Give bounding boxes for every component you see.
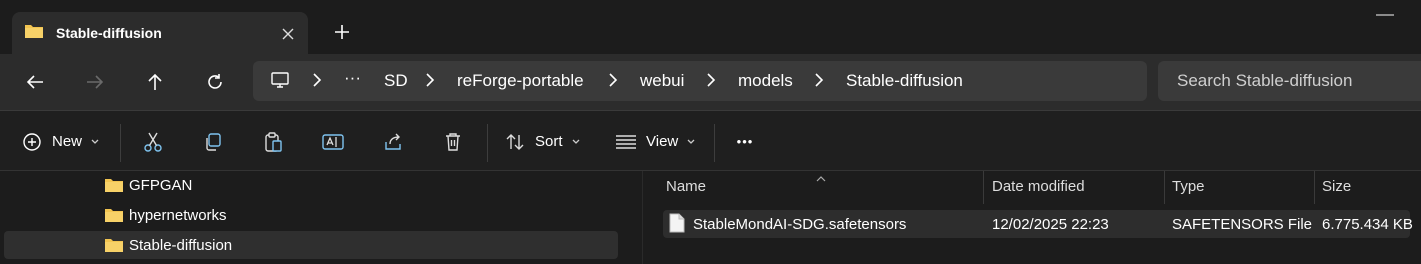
tree-item-label: GFPGAN — [129, 177, 193, 194]
forward-arrow-icon — [87, 75, 104, 89]
toolbar-separator — [487, 124, 488, 162]
address-segment-models[interactable]: models — [738, 71, 793, 91]
toolbar-separator — [714, 124, 715, 162]
chevron-right-icon[interactable] — [706, 73, 716, 91]
chevron-down-icon — [572, 139, 579, 144]
sort-ascending-icon — [815, 170, 827, 187]
file-type: SAFETENSORS File — [1172, 216, 1313, 233]
rename-icon — [322, 134, 344, 150]
chevron-right-icon[interactable] — [425, 73, 435, 91]
rename-button[interactable] — [318, 126, 348, 158]
view-button[interactable]: View — [615, 126, 700, 158]
address-segment-webui[interactable]: webui — [640, 71, 684, 91]
tab-title: Stable-diffusion — [56, 25, 162, 41]
vertical-scrollbar[interactable] — [1414, 171, 1421, 264]
tree-item-label: hypernetworks — [129, 207, 227, 224]
chevron-down-icon — [687, 139, 695, 144]
address-overflow[interactable]: ··· — [344, 68, 361, 88]
column-separator[interactable] — [1314, 171, 1315, 204]
chevron-right-icon[interactable] — [312, 73, 322, 91]
file-date: 12/02/2025 22:23 — [992, 216, 1109, 233]
share-button[interactable] — [378, 126, 408, 158]
sort-label: Sort — [535, 133, 563, 150]
tab-stable-diffusion[interactable]: Stable-diffusion — [12, 12, 308, 54]
share-icon — [385, 133, 401, 150]
new-button[interactable]: New — [22, 126, 102, 158]
column-header-name[interactable]: Name — [666, 178, 706, 196]
sort-button[interactable]: Sort — [505, 126, 585, 158]
column-separator[interactable] — [983, 171, 984, 204]
refresh-button[interactable] — [197, 64, 233, 100]
column-header-type[interactable]: Type — [1172, 178, 1205, 196]
back-arrow-icon — [26, 75, 43, 89]
new-tab-button[interactable] — [328, 18, 356, 46]
chevron-down-icon — [91, 139, 99, 144]
forward-button[interactable] — [77, 64, 113, 100]
new-label: New — [52, 133, 83, 150]
folder-icon — [24, 23, 44, 43]
column-header-size[interactable]: Size — [1322, 178, 1351, 196]
tree-item-stable-diffusion[interactable] — [4, 231, 618, 259]
address-segment-sd[interactable]: SD — [384, 71, 408, 91]
more-icon: ••• — [736, 134, 754, 149]
more-options-button[interactable]: ••• — [730, 126, 760, 158]
copy-button[interactable] — [198, 126, 228, 158]
address-segment-reforge-portable[interactable]: reForge-portable — [457, 71, 584, 91]
sort-icon — [506, 134, 524, 150]
address-segment-stable-diffusion[interactable]: Stable-diffusion — [846, 71, 963, 91]
tree-item-hypernetworks[interactable] — [4, 201, 618, 229]
minimize-icon[interactable] — [1376, 14, 1394, 16]
copy-icon — [206, 133, 221, 151]
chevron-right-icon[interactable] — [814, 73, 824, 91]
close-tab-icon[interactable] — [274, 20, 302, 48]
toolbar-separator — [120, 124, 121, 162]
cut-button[interactable] — [138, 126, 168, 158]
tree-item-gfpgan[interactable] — [4, 171, 618, 199]
delete-button[interactable] — [438, 126, 468, 158]
up-button[interactable] — [137, 64, 173, 100]
search-input[interactable]: Search Stable-diffusion — [1177, 71, 1352, 91]
column-header-date[interactable]: Date modified — [992, 178, 1085, 196]
trash-icon — [446, 133, 460, 151]
view-list-icon — [616, 135, 636, 149]
chevron-right-icon[interactable] — [608, 73, 618, 91]
column-separator[interactable] — [1164, 171, 1165, 204]
plus-circle-icon — [23, 133, 41, 151]
tree-item-label: Stable-diffusion — [129, 237, 233, 254]
file-name[interactable]: StableMondAI-SDG.safetensors — [693, 216, 906, 234]
back-button[interactable] — [17, 64, 53, 100]
refresh-icon — [208, 74, 222, 89]
up-arrow-icon — [148, 73, 162, 90]
folder-icon — [104, 207, 124, 227]
scissors-icon — [144, 132, 162, 152]
view-label: View — [646, 133, 679, 150]
clipboard-icon — [265, 132, 282, 152]
file-size: 6.775.434 KB — [1322, 216, 1413, 233]
paste-button[interactable] — [258, 126, 288, 158]
pane-splitter[interactable] — [642, 171, 643, 264]
this-pc-icon[interactable] — [270, 70, 290, 94]
folder-icon — [104, 177, 124, 197]
folder-icon — [104, 237, 124, 257]
file-icon — [669, 213, 685, 237]
